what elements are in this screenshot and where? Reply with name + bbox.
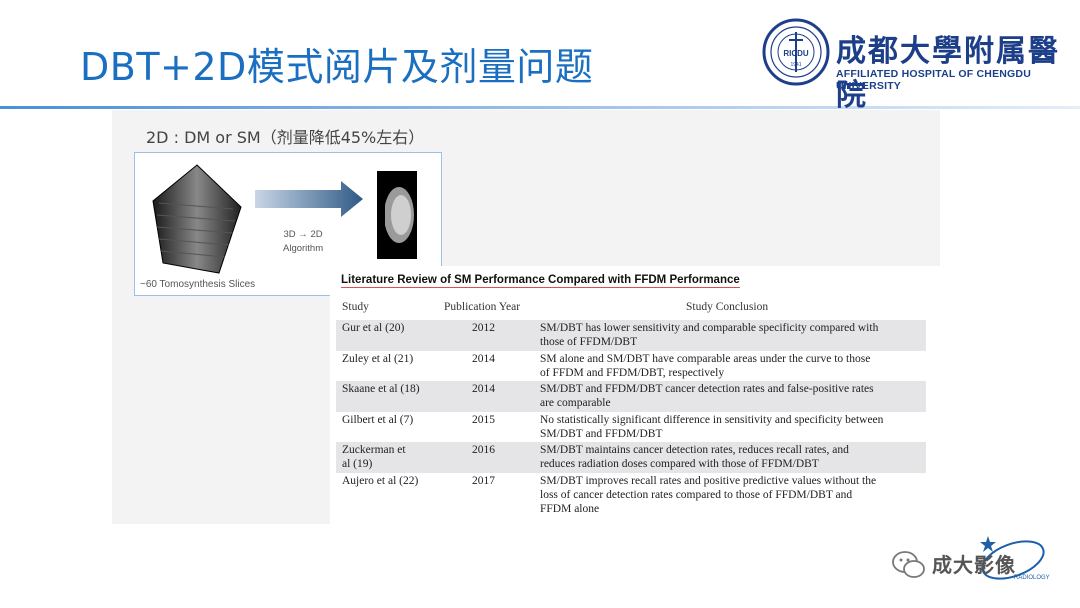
cell-year: 2015: [472, 413, 495, 426]
cell-study: Zuley et al (21): [342, 352, 414, 365]
cell-conclusion: SM/DBT maintains cancer detection rates,…: [540, 444, 849, 470]
table-row: Skaane et al (18) 2014 SM/DBT and FFDM/D…: [336, 381, 926, 412]
slices-label: ~60 Tomosynthesis Slices: [140, 279, 256, 290]
cell-conclusion: SM/DBT has lower sensitivity and compara…: [540, 322, 879, 348]
arrow-icon: [255, 181, 363, 217]
column-header-study: Study: [342, 301, 369, 313]
table-row: Aujero et al (22) 2017 SM/DBT improves r…: [336, 473, 926, 517]
cell-study: Skaane et al (18): [342, 383, 420, 395]
cell-year: 2012: [472, 322, 495, 334]
figure-panel: 2D : DM or SM（剂量降低45%左右） ~60 Tomosynthes…: [112, 110, 940, 524]
cell-conclusion: SM alone and SM/DBT have comparable area…: [540, 352, 871, 379]
literature-table: Literature Review of SM Performance Comp…: [330, 266, 940, 524]
cell-year: 2017: [472, 474, 495, 487]
cell-conclusion: SM/DBT improves recall rates and positiv…: [540, 474, 877, 515]
table-title: Literature Review of SM Performance Comp…: [341, 274, 740, 288]
tomosynthesis-stack-image: [152, 164, 242, 274]
mammogram-image: [377, 171, 417, 259]
wechat-watermark: 成大影像 RADIOLOGY: [886, 536, 1066, 600]
column-header-year: Publication Year: [444, 301, 521, 313]
table-row: Gur et al (20) 2012 SM/DBT has lower sen…: [336, 320, 926, 351]
watermark-text: 成大影像: [932, 553, 1016, 577]
table-header: Study Publication Year Study Conclusion: [336, 298, 926, 318]
cell-study: Zuckerman et al (19): [342, 444, 406, 470]
watermark-sub: RADIOLOGY: [1014, 575, 1050, 581]
figure-heading: 2D : DM or SM（剂量降低45%左右）: [146, 128, 425, 147]
algorithm-label: 3D → 2D Algorithm: [283, 229, 324, 254]
hospital-seal-icon: RICDU 1941: [762, 18, 830, 86]
cell-study: Gilbert et al (7): [342, 413, 414, 426]
table-body: Gur et al (20) 2012 SM/DBT has lower sen…: [336, 320, 926, 517]
cell-conclusion: No statistically significant difference …: [540, 413, 884, 440]
hospital-name-en: AFFILIATED HOSPITAL OF CHENGDU UNIVERSIT…: [836, 68, 1031, 92]
seal-year: 1941: [790, 62, 801, 68]
table-row: Zuley et al (21) 2014 SM alone and SM/DB…: [336, 351, 926, 382]
cell-conclusion: SM/DBT and FFDM/DBT cancer detection rat…: [540, 383, 874, 409]
cell-year: 2014: [472, 383, 495, 395]
table-row: Zuckerman et al (19) 2016 SM/DBT maintai…: [336, 442, 926, 473]
table-row: Gilbert et al (7) 2015 No statistically …: [336, 412, 926, 443]
cell-study: Aujero et al (22): [342, 474, 419, 487]
wechat-icon: [892, 551, 925, 578]
cell-year: 2014: [472, 352, 495, 365]
seal-text: RICDU: [783, 49, 809, 58]
cell-study: Gur et al (20): [342, 322, 405, 334]
cell-year: 2016: [472, 444, 495, 456]
slide-title: DBT+2D模式阅片及剂量问题: [80, 45, 594, 89]
hospital-logo: RICDU 1941 成都大學附属醫院 AFFILIATED HOSPITAL …: [762, 18, 1066, 113]
column-header-conclusion: Study Conclusion: [686, 301, 769, 313]
